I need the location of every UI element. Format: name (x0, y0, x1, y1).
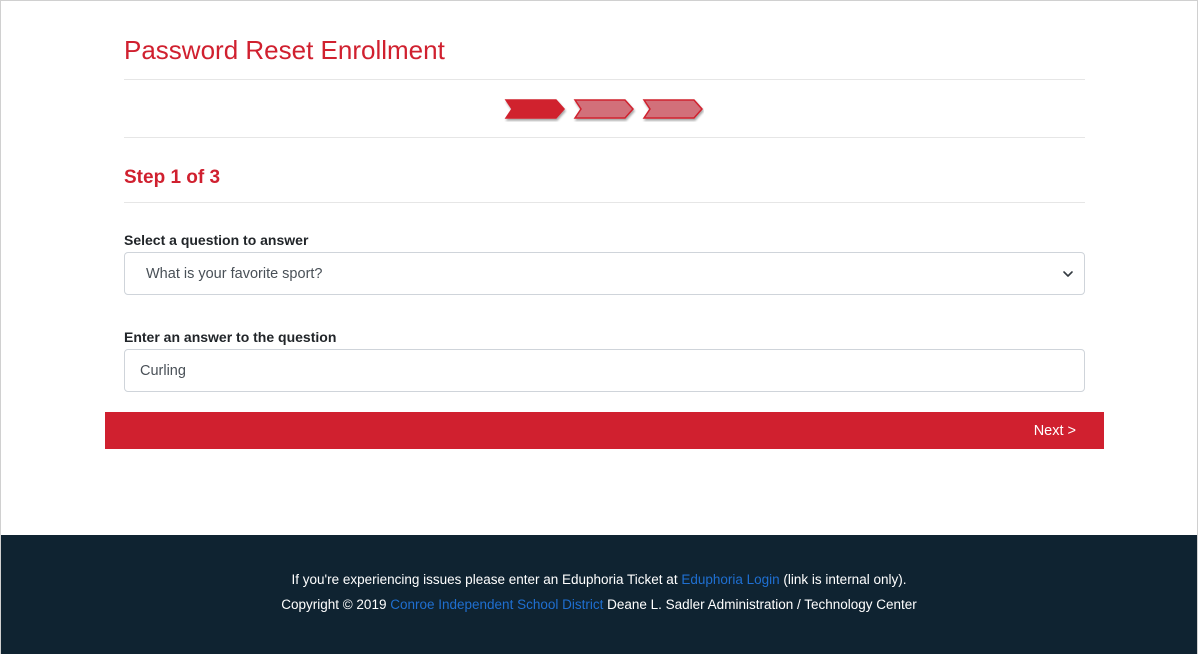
next-button[interactable]: Next > (105, 412, 1104, 449)
step-title: Step 1 of 3 (124, 167, 221, 188)
question-select[interactable]: What is your favorite sport? (124, 252, 1085, 295)
footer-copyright-line: Copyright © 2019 Conroe Independent Scho… (1, 597, 1197, 612)
title-divider (124, 79, 1085, 80)
progress-step-1 (504, 99, 566, 119)
footer: If you're experiencing issues please ent… (1, 535, 1197, 654)
step-divider (124, 202, 1085, 203)
chevron-down-icon (1063, 271, 1073, 277)
question-select-value: What is your favorite sport? (146, 265, 323, 282)
answer-input[interactable] (124, 349, 1085, 392)
answer-label: Enter an answer to the question (124, 329, 337, 345)
step-progress (504, 98, 704, 122)
page: Password Reset Enrollment Step 1 of 3 Se… (0, 0, 1198, 654)
eduphoria-login-link[interactable]: Eduphoria Login (681, 572, 779, 587)
progress-step-3 (642, 99, 704, 119)
footer-support-text: If you're experiencing issues please ent… (291, 572, 682, 587)
progress-step-2 (573, 99, 635, 119)
district-link[interactable]: Conroe Independent School District (390, 597, 603, 612)
footer-support-note: (link is internal only). (779, 572, 907, 587)
footer-support-line: If you're experiencing issues please ent… (1, 572, 1197, 587)
footer-copyright-text: Copyright © 2019 (281, 597, 391, 612)
page-title: Password Reset Enrollment (124, 35, 445, 65)
question-label: Select a question to answer (124, 232, 309, 248)
footer-center-text: Deane L. Sadler Administration / Technol… (603, 597, 917, 612)
progress-divider (124, 137, 1085, 138)
